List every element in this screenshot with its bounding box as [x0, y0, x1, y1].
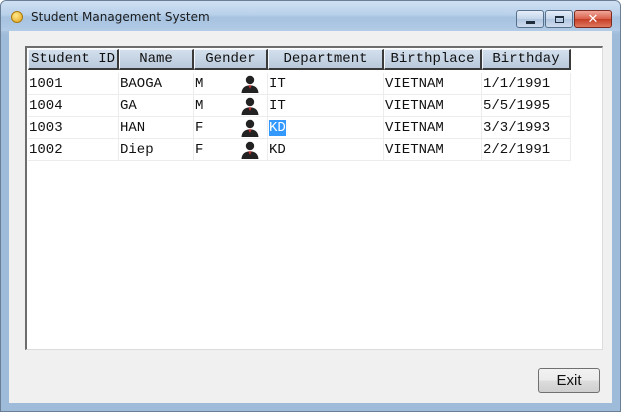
student-table[interactable]: Student ID Name Gender Department Birthp… — [25, 46, 603, 350]
main-window: Student Management System ✕ Student ID N… — [0, 0, 621, 412]
maximize-button[interactable] — [545, 10, 573, 28]
cell-department[interactable]: IT — [268, 95, 384, 117]
cell-student-id[interactable]: 1001 — [28, 73, 119, 95]
cell-student-id[interactable]: 1002 — [28, 139, 119, 161]
title-bar[interactable]: Student Management System ✕ — [1, 1, 620, 31]
cell-gender[interactable]: F — [194, 139, 268, 161]
gender-value: F — [195, 119, 204, 136]
cell-name[interactable]: GA — [119, 95, 194, 117]
gender-value: M — [195, 97, 204, 114]
cell-birthday[interactable]: 2/2/1991 — [482, 139, 571, 161]
minimize-icon — [525, 20, 535, 24]
cell-department[interactable]: IT — [268, 73, 384, 95]
table-row[interactable]: 1004 GA M IT VIETNAM 5/5/1995 — [28, 95, 571, 117]
cell-birthplace[interactable]: VIETNAM — [384, 95, 482, 117]
table-row[interactable]: 1001 BAOGA M IT VIETNAM 1/1/1991 — [28, 73, 571, 95]
person-icon — [241, 119, 259, 137]
gender-value: F — [195, 141, 204, 158]
column-header-name[interactable]: Name — [119, 49, 194, 70]
cell-name[interactable]: Diep — [119, 139, 194, 161]
person-icon — [241, 97, 259, 115]
cell-birthday[interactable]: 5/5/1995 — [482, 95, 571, 117]
table-row[interactable]: 1002 Diep F KD VIETNAM 2/2/1991 — [28, 139, 571, 161]
column-header-department[interactable]: Department — [268, 49, 384, 70]
cell-name[interactable]: HAN — [119, 117, 194, 139]
gender-value: M — [195, 75, 204, 92]
cell-birthplace[interactable]: VIETNAM — [384, 117, 482, 139]
cell-name[interactable]: BAOGA — [119, 73, 194, 95]
column-header-birthplace[interactable]: Birthplace — [384, 49, 482, 70]
column-header-birthday[interactable]: Birthday — [482, 49, 571, 70]
close-icon: ✕ — [587, 11, 599, 27]
cell-birthplace[interactable]: VIETNAM — [384, 139, 482, 161]
close-button[interactable]: ✕ — [574, 10, 612, 28]
cell-department-selected[interactable]: KD — [268, 117, 384, 139]
person-icon — [241, 75, 259, 93]
minimize-button[interactable] — [516, 10, 544, 28]
department-value: KD — [269, 119, 286, 136]
app-icon — [11, 11, 23, 23]
department-value: IT — [269, 97, 286, 114]
cell-department[interactable]: KD — [268, 139, 384, 161]
cell-gender[interactable]: M — [194, 95, 268, 117]
table-row[interactable]: 1003 HAN F KD VIETNAM 3/3/1993 — [28, 117, 571, 139]
column-header-gender[interactable]: Gender — [194, 49, 268, 70]
department-value: IT — [269, 75, 286, 92]
table-header: Student ID Name Gender Department Birthp… — [28, 49, 571, 70]
exit-button[interactable]: Exit — [538, 368, 600, 393]
column-header-student-id[interactable]: Student ID — [28, 49, 119, 70]
client-area: Student ID Name Gender Department Birthp… — [9, 31, 612, 403]
maximize-icon — [554, 15, 564, 23]
cell-gender[interactable]: F — [194, 117, 268, 139]
cell-birthday[interactable]: 3/3/1993 — [482, 117, 571, 139]
cell-birthday[interactable]: 1/1/1991 — [482, 73, 571, 95]
cell-student-id[interactable]: 1003 — [28, 117, 119, 139]
cell-birthplace[interactable]: VIETNAM — [384, 73, 482, 95]
department-value: KD — [269, 141, 286, 158]
window-title: Student Management System — [31, 10, 210, 24]
person-icon — [241, 141, 259, 159]
cell-student-id[interactable]: 1004 — [28, 95, 119, 117]
cell-gender[interactable]: M — [194, 73, 268, 95]
